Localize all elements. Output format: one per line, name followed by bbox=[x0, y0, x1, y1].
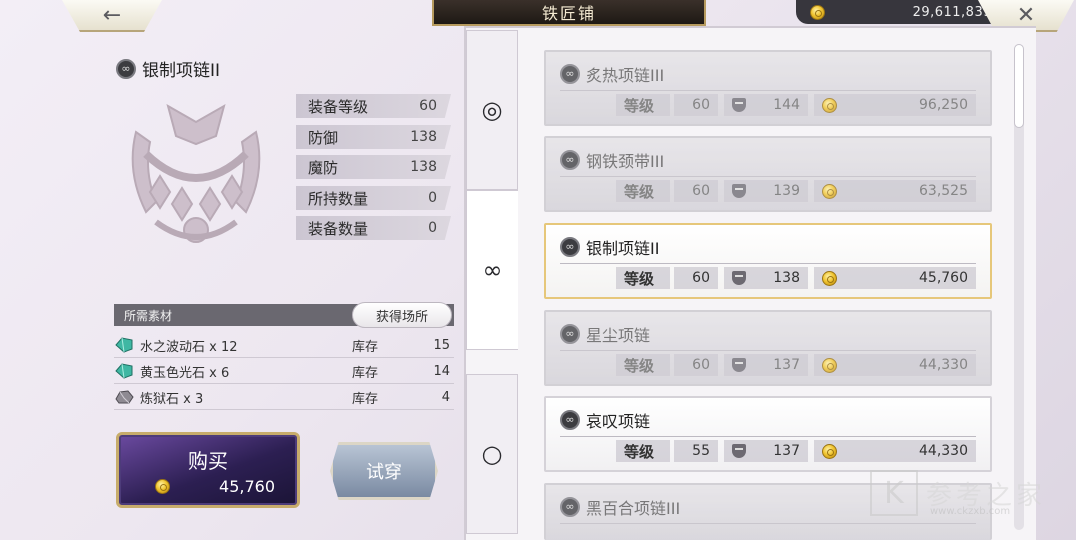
item-card-name: 黑百合项链III bbox=[586, 499, 681, 518]
level-value: 60 bbox=[674, 354, 718, 376]
close-icon: ✕ bbox=[1016, 2, 1036, 28]
watermark-url: www.ckzxb.com bbox=[930, 506, 1011, 517]
item-card[interactable]: ∞ 钢铁颈带III 等级 60 139 63,525 bbox=[544, 136, 992, 212]
material-row[interactable]: 黄玉色光石 x 6 库存 14 bbox=[114, 359, 454, 384]
level-label: 等级 bbox=[616, 180, 670, 202]
tab-necklace[interactable]: ∞ bbox=[466, 190, 518, 350]
gold-coin-icon bbox=[822, 270, 837, 286]
defense-stat: 137 bbox=[724, 440, 808, 462]
item-card-selected[interactable]: ∞ 银制项链II 等级 60 138 45,760 bbox=[544, 223, 992, 299]
price-stat: 44,330 bbox=[814, 440, 976, 462]
necklace-icon: ∞ bbox=[560, 237, 580, 257]
gold-amount: 29,611,839 bbox=[912, 4, 992, 20]
necklace-icon: ∞ bbox=[482, 256, 503, 284]
shield-icon bbox=[732, 184, 746, 198]
item-card-name: 哀叹项链 bbox=[586, 412, 651, 431]
level-label: 等级 bbox=[616, 267, 670, 289]
defense-stat: 144 bbox=[724, 94, 808, 116]
item-card-name: 钢铁颈带III bbox=[586, 152, 665, 171]
bracelet-icon: ◎ bbox=[481, 96, 503, 124]
level-value: 55 bbox=[674, 440, 718, 462]
necklace-icon: ∞ bbox=[560, 64, 580, 84]
stat-equipped-count: 装备数量 0 bbox=[296, 216, 451, 240]
stat-defense: 防御 138 bbox=[296, 125, 451, 149]
watermark: K 参考之家 www.ckzxb.com bbox=[870, 466, 1076, 520]
gold-coin-icon bbox=[155, 479, 170, 494]
tab-bracelet[interactable]: ◎ bbox=[466, 30, 518, 190]
try-on-button[interactable]: 试穿 bbox=[330, 442, 438, 500]
buy-price: 45,760 bbox=[155, 477, 275, 496]
gray-ore-icon bbox=[115, 390, 134, 404]
watermark-logo: K bbox=[870, 470, 918, 516]
shield-icon bbox=[732, 444, 746, 458]
level-label: 等级 bbox=[616, 94, 670, 116]
acquire-location-button[interactable]: 获得场所 bbox=[352, 302, 452, 328]
item-card[interactable]: ∞ 炙热项链III 等级 60 144 96,250 bbox=[544, 50, 992, 126]
defense-stat: 137 bbox=[724, 354, 808, 376]
price-stat: 44,330 bbox=[814, 354, 976, 376]
item-card[interactable]: ∞ 哀叹项链 等级 55 137 44,330 bbox=[544, 396, 992, 472]
material-row[interactable]: 炼狱石 x 3 库存 4 bbox=[114, 385, 454, 410]
item-card-name: 炙热项链III bbox=[586, 66, 665, 85]
shield-icon bbox=[732, 98, 746, 112]
stat-equip-level: 装备等级 60 bbox=[296, 94, 451, 118]
item-card-name: 星尘项链 bbox=[586, 326, 651, 345]
gold-coin-icon bbox=[822, 97, 837, 113]
gold-coin-icon bbox=[822, 443, 837, 459]
tab-ring[interactable]: ○ bbox=[466, 374, 518, 534]
defense-stat: 139 bbox=[724, 180, 808, 202]
back-button[interactable]: ← bbox=[62, 0, 162, 32]
price-stat: 96,250 bbox=[814, 94, 976, 116]
item-name: 银制项链II bbox=[142, 61, 221, 81]
material-row[interactable]: 水之波动石 x 12 库存 15 bbox=[114, 333, 454, 358]
price-stat: 45,760 bbox=[814, 267, 976, 289]
necklace-icon: ∞ bbox=[560, 497, 580, 517]
price-stat: 63,525 bbox=[814, 180, 976, 202]
shield-icon bbox=[732, 358, 746, 372]
level-value: 60 bbox=[674, 180, 718, 202]
gold-display: 29,611,839 bbox=[796, 0, 1006, 24]
teal-gem-icon bbox=[115, 363, 133, 379]
defense-stat: 138 bbox=[724, 267, 808, 289]
buy-button[interactable]: 购买 45,760 bbox=[116, 432, 300, 508]
back-arrow-icon: ← bbox=[102, 2, 122, 28]
item-detail-title: ∞ 银制项链II bbox=[116, 56, 220, 81]
necklace-category-icon: ∞ bbox=[116, 58, 136, 79]
page-title: 铁匠铺 bbox=[432, 0, 706, 26]
necklace-icon: ∞ bbox=[560, 410, 580, 430]
necklace-emblem-icon bbox=[131, 103, 261, 243]
ring-icon: ○ bbox=[481, 440, 503, 468]
necklace-icon: ∞ bbox=[560, 324, 580, 344]
teal-gem-icon bbox=[115, 337, 133, 353]
level-value: 60 bbox=[674, 94, 718, 116]
item-card-name: 银制项链II bbox=[586, 239, 660, 258]
level-value: 60 bbox=[674, 267, 718, 289]
buy-label: 购买 bbox=[188, 449, 228, 473]
scrollbar-thumb[interactable] bbox=[1014, 44, 1024, 128]
gold-coin-icon bbox=[822, 183, 837, 199]
gold-coin-icon bbox=[810, 4, 825, 20]
item-card[interactable]: ∞ 星尘项链 等级 60 137 44,330 bbox=[544, 310, 992, 386]
level-label: 等级 bbox=[616, 440, 670, 462]
shield-icon bbox=[732, 271, 746, 285]
gold-coin-icon bbox=[822, 357, 837, 373]
necklace-icon: ∞ bbox=[560, 150, 580, 170]
level-label: 等级 bbox=[616, 354, 670, 376]
stat-magic-defense: 魔防 138 bbox=[296, 155, 451, 179]
stat-owned-count: 所持数量 0 bbox=[296, 186, 451, 210]
